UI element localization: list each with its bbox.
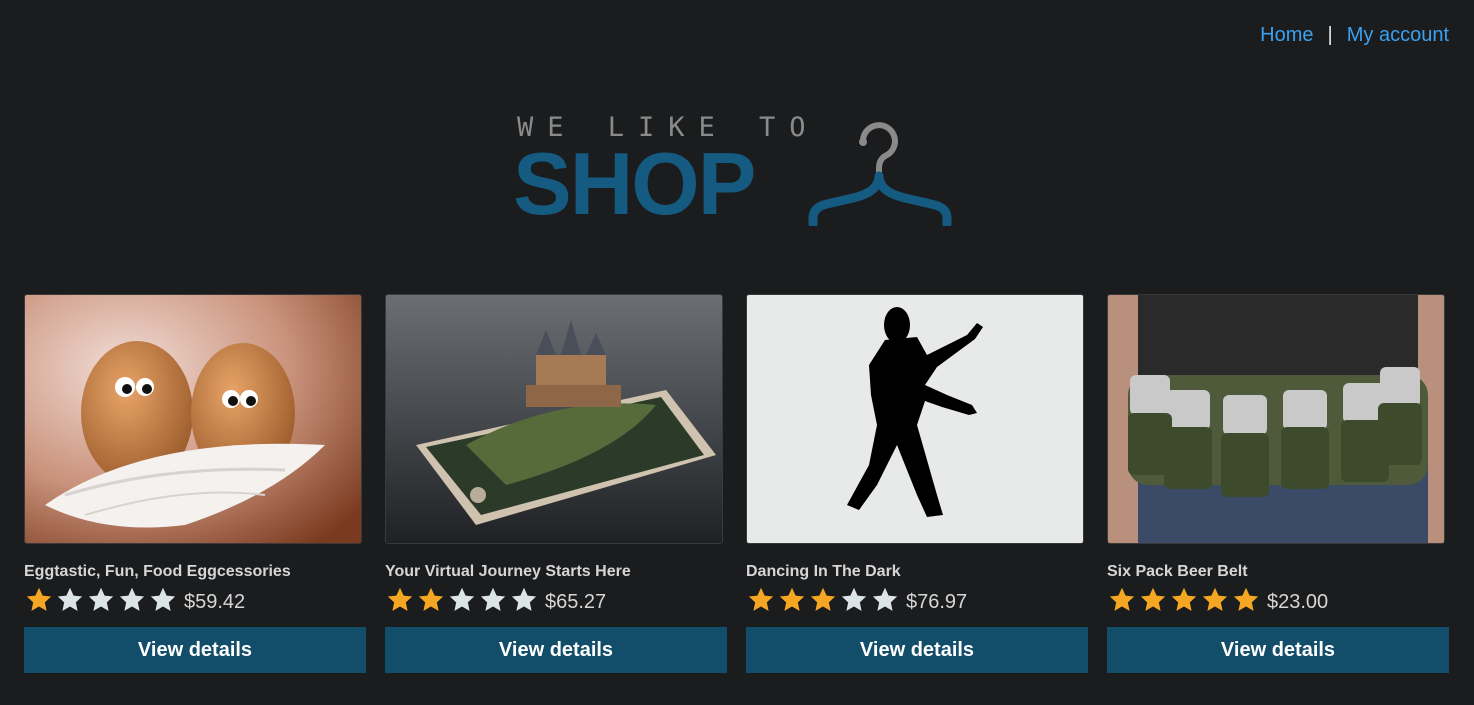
star-filled-icon: [748, 587, 774, 611]
nav-separator: |: [1327, 24, 1333, 46]
product-card: Your Virtual Journey Starts Here $65.27 …: [385, 294, 727, 673]
star-empty-icon: [88, 587, 114, 611]
star-empty-icon: [119, 587, 145, 611]
star-filled-icon: [418, 587, 444, 611]
product-image-eggs[interactable]: [24, 294, 362, 544]
star-rating: [746, 586, 900, 614]
logo-word: SHOP: [513, 134, 756, 233]
product-name[interactable]: Eggtastic, Fun, Food Eggcessories: [24, 563, 366, 581]
product-rating: $23.00: [1107, 586, 1449, 614]
view-details-button[interactable]: View details: [1107, 627, 1449, 673]
view-details-button[interactable]: View details: [24, 627, 366, 673]
product-price: $76.97: [906, 590, 968, 613]
hanger-icon: [808, 122, 952, 226]
top-nav: Home | My account: [1260, 24, 1449, 47]
product-image-dancer[interactable]: [746, 294, 1084, 544]
star-filled-icon: [1202, 587, 1228, 611]
star-empty-icon: [150, 587, 176, 611]
product-rating: $65.27: [385, 586, 727, 614]
product-image-phone-castle[interactable]: [385, 294, 723, 544]
product-card: Six Pack Beer Belt $23.00 View details: [1107, 294, 1449, 673]
home-link[interactable]: Home: [1260, 24, 1313, 47]
product-grid: Eggtastic, Fun, Food Eggcessories $59.42…: [24, 294, 1449, 673]
star-empty-icon: [57, 587, 83, 611]
star-filled-icon: [1171, 587, 1197, 611]
star-rating: [24, 586, 178, 614]
product-price: $23.00: [1267, 590, 1329, 613]
product-rating: $76.97: [746, 586, 1088, 614]
star-filled-icon: [1109, 587, 1135, 611]
star-filled-icon: [26, 587, 52, 611]
page: Home | My account WE LIKE TO SHOP Eggtas…: [0, 0, 1474, 705]
my-account-link[interactable]: My account: [1347, 24, 1449, 47]
star-empty-icon: [449, 587, 475, 611]
star-rating: [385, 586, 539, 614]
star-empty-icon: [511, 587, 537, 611]
product-image-beer-belt[interactable]: [1107, 294, 1445, 544]
star-empty-icon: [841, 587, 867, 611]
product-price: $65.27: [545, 590, 607, 613]
star-empty-icon: [872, 587, 898, 611]
star-filled-icon: [1140, 587, 1166, 611]
star-filled-icon: [810, 587, 836, 611]
product-name[interactable]: Six Pack Beer Belt: [1107, 563, 1449, 581]
star-filled-icon: [779, 587, 805, 611]
product-price: $59.42: [184, 590, 246, 613]
view-details-button[interactable]: View details: [746, 627, 1088, 673]
product-card: Eggtastic, Fun, Food Eggcessories $59.42…: [24, 294, 366, 673]
product-name[interactable]: Dancing In The Dark: [746, 563, 1088, 581]
site-logo[interactable]: WE LIKE TO SHOP: [513, 110, 960, 233]
star-filled-icon: [1233, 587, 1259, 611]
star-empty-icon: [480, 587, 506, 611]
view-details-button[interactable]: View details: [385, 627, 727, 673]
star-filled-icon: [387, 587, 413, 611]
product-card: Dancing In The Dark $76.97 View details: [746, 294, 1088, 673]
product-name[interactable]: Your Virtual Journey Starts Here: [385, 563, 727, 581]
star-rating: [1107, 586, 1261, 614]
product-rating: $59.42: [24, 586, 366, 614]
